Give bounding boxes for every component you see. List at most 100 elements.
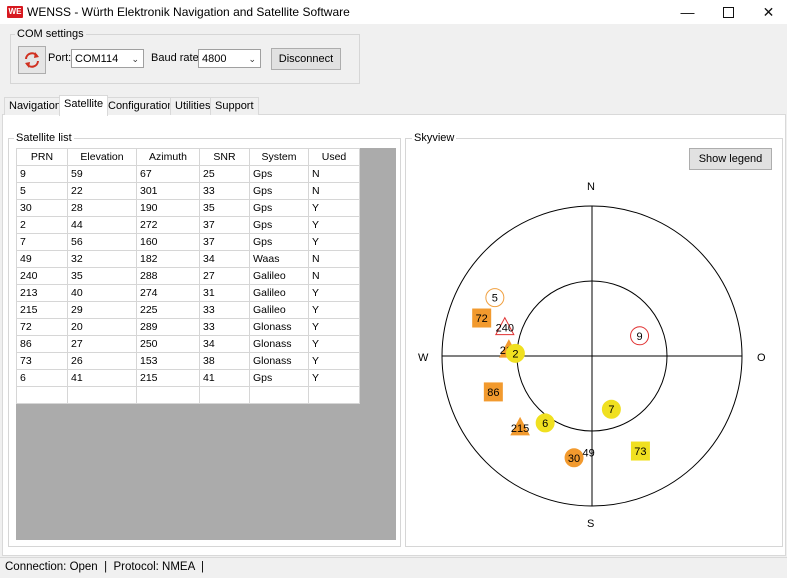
satellite-label: 30 bbox=[568, 453, 580, 465]
table-row[interactable]: 86 27 250 34 Glonass Y bbox=[16, 335, 360, 353]
cell-used: Y bbox=[308, 318, 360, 336]
close-button[interactable]: ✕ bbox=[746, 0, 787, 24]
cell-snr bbox=[199, 386, 250, 404]
cell-azimuth: 288 bbox=[136, 267, 200, 285]
table-row[interactable]: 7 56 160 37 Gps Y bbox=[16, 233, 360, 251]
satellite-marker-49: 49 bbox=[583, 448, 595, 460]
satellite-label: 72 bbox=[476, 313, 488, 325]
cell-snr: 37 bbox=[199, 233, 250, 251]
status-text: Connection: Open | Protocol: NMEA | bbox=[5, 561, 205, 573]
baud-rate-select[interactable]: 4800 ⌄ bbox=[198, 49, 261, 68]
satellite-marker-5: 5 bbox=[485, 288, 505, 308]
disconnect-button[interactable]: Disconnect bbox=[271, 48, 341, 70]
cell-prn: 240 bbox=[16, 267, 68, 285]
cell-snr: 33 bbox=[199, 182, 250, 200]
column-header-azimuth[interactable]: Azimuth bbox=[136, 148, 200, 166]
cell-azimuth: 250 bbox=[136, 335, 200, 353]
maximize-icon bbox=[723, 6, 734, 18]
window-title: WENSS - Würth Elektronik Navigation and … bbox=[27, 5, 350, 19]
cell-system: Glonass bbox=[249, 335, 309, 353]
cell-elevation: 29 bbox=[67, 301, 137, 319]
compass-east: O bbox=[757, 352, 766, 364]
cell-prn: 213 bbox=[16, 284, 68, 302]
table-row[interactable]: 49 32 182 34 Waas N bbox=[16, 250, 360, 268]
satellite-grid[interactable]: PRN Elevation Azimuth SNR System Used 95… bbox=[16, 148, 396, 540]
satellite-marker-6: 6 bbox=[535, 413, 555, 433]
satellite-marker-7: 7 bbox=[601, 399, 621, 419]
column-header-system[interactable]: System bbox=[249, 148, 309, 166]
minimize-icon: — bbox=[680, 4, 695, 20]
cell-system: Gps bbox=[249, 182, 309, 200]
table-row[interactable]: 240 35 288 27 Galileo N bbox=[16, 267, 360, 285]
satellite-label: 73 bbox=[634, 446, 646, 458]
satellite-marker-30: 30 bbox=[564, 448, 584, 468]
column-header-snr[interactable]: SNR bbox=[199, 148, 250, 166]
table-header-row: PRN Elevation Azimuth SNR System Used bbox=[16, 148, 360, 166]
baud-rate-label: Baud rate: bbox=[151, 52, 202, 64]
skyview-plot: N S W O 572240213298676215304973 bbox=[414, 175, 772, 539]
tab-configuration[interactable]: Configuration bbox=[103, 97, 179, 115]
table-row[interactable]: 6 41 215 41 Gps Y bbox=[16, 369, 360, 387]
refresh-icon bbox=[25, 52, 39, 68]
tab-navigation[interactable]: Navigation bbox=[4, 97, 66, 115]
column-header-prn[interactable]: PRN bbox=[16, 148, 68, 166]
cell-azimuth: 301 bbox=[136, 182, 200, 200]
satellite-marker-86: 86 bbox=[483, 382, 503, 402]
cell-snr: 34 bbox=[199, 335, 250, 353]
cell-used: Y bbox=[308, 216, 360, 234]
cell-snr: 27 bbox=[199, 267, 250, 285]
satellite-label: 5 bbox=[492, 293, 498, 305]
satellite-label: 2 bbox=[512, 348, 518, 360]
satellite-label: 7 bbox=[608, 404, 614, 416]
refresh-button[interactable] bbox=[18, 46, 46, 74]
table-row[interactable]: 72 20 289 33 Glonass Y bbox=[16, 318, 360, 336]
tab-utilities[interactable]: Utilities bbox=[170, 97, 216, 115]
minimize-button[interactable]: — bbox=[665, 0, 710, 24]
cell-prn: 5 bbox=[16, 182, 68, 200]
show-legend-button[interactable]: Show legend bbox=[689, 148, 772, 170]
cell-prn: 30 bbox=[16, 199, 68, 217]
cell-azimuth: 67 bbox=[136, 165, 200, 183]
table-row[interactable] bbox=[16, 386, 360, 404]
satellite-marker-2: 2 bbox=[505, 343, 525, 363]
satellite-label: 9 bbox=[636, 331, 642, 343]
cell-used: N bbox=[308, 165, 360, 183]
cell-used: Y bbox=[308, 335, 360, 353]
cell-elevation: 20 bbox=[67, 318, 137, 336]
chevron-down-icon: ⌄ bbox=[248, 54, 256, 64]
tab-support[interactable]: Support bbox=[210, 97, 259, 115]
skyview-title: Skyview bbox=[412, 132, 457, 144]
table-row[interactable]: 213 40 274 31 Galileo Y bbox=[16, 284, 360, 302]
satellite-marker-72: 72 bbox=[472, 308, 492, 328]
table-row[interactable]: 215 29 225 33 Galileo Y bbox=[16, 301, 360, 319]
cell-elevation: 22 bbox=[67, 182, 137, 200]
cell-snr: 33 bbox=[199, 318, 250, 336]
cell-azimuth: 225 bbox=[136, 301, 200, 319]
column-header-elevation[interactable]: Elevation bbox=[67, 148, 137, 166]
cell-elevation: 35 bbox=[67, 267, 137, 285]
port-select[interactable]: COM114 ⌄ bbox=[71, 49, 144, 68]
cell-azimuth: 190 bbox=[136, 199, 200, 217]
cell-azimuth: 153 bbox=[136, 352, 200, 370]
satellite-label: 215 bbox=[511, 423, 529, 435]
table-row[interactable]: 9 59 67 25 Gps N bbox=[16, 165, 360, 183]
tab-satellite[interactable]: Satellite bbox=[59, 95, 109, 116]
cell-prn: 49 bbox=[16, 250, 68, 268]
column-header-used[interactable]: Used bbox=[308, 148, 360, 166]
com-settings-title: COM settings bbox=[15, 28, 86, 40]
table-row[interactable]: 2 44 272 37 Gps Y bbox=[16, 216, 360, 234]
port-value: COM114 bbox=[75, 53, 119, 65]
cell-system: Waas bbox=[249, 250, 309, 268]
baud-rate-value: 4800 bbox=[202, 53, 227, 65]
cell-snr: 35 bbox=[199, 199, 250, 217]
cell-azimuth: 272 bbox=[136, 216, 200, 234]
cell-elevation: 59 bbox=[67, 165, 137, 183]
cell-used: Y bbox=[308, 352, 360, 370]
cell-system: Gps bbox=[249, 369, 309, 387]
table-row[interactable]: 30 28 190 35 Gps Y bbox=[16, 199, 360, 217]
table-row[interactable]: 5 22 301 33 Gps N bbox=[16, 182, 360, 200]
cell-elevation: 44 bbox=[67, 216, 137, 234]
table-row[interactable]: 73 26 153 38 Glonass Y bbox=[16, 352, 360, 370]
maximize-button[interactable] bbox=[706, 0, 751, 24]
cell-azimuth: 289 bbox=[136, 318, 200, 336]
